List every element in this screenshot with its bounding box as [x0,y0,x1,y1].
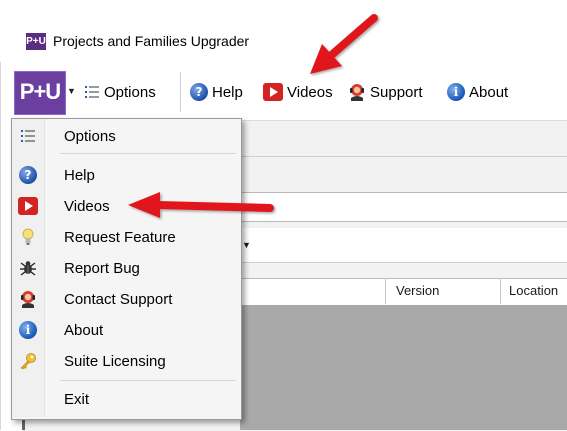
toolbar-divider [180,72,181,112]
options-label: Options [104,83,156,101]
divider [230,156,567,157]
menu-item-exit[interactable]: Exit [12,384,239,414]
support-label: Support [370,83,423,101]
column-divider[interactable] [385,278,386,304]
info-icon: i [447,83,465,101]
menu-item-label: About [64,321,104,339]
chevron-down-icon[interactable]: ▼ [67,86,76,96]
column-header-location[interactable]: Location [509,283,558,298]
menu-item-report-bug[interactable]: Report Bug [12,253,239,283]
support-button[interactable]: Support [348,82,423,102]
menu-separator [60,153,236,154]
videos-button[interactable]: Videos [263,82,333,102]
menu-item-label: Videos [64,197,110,215]
menu-item-label: Options [64,127,116,145]
column-header-version[interactable]: Version [396,283,439,298]
list-icon [20,128,36,144]
path-input[interactable] [240,192,567,222]
support-icon [19,289,37,309]
info-icon: i [19,321,37,339]
bug-icon [19,259,37,277]
about-button[interactable]: i About [447,82,508,102]
menu-item-options[interactable]: Options [12,121,239,151]
menu-item-label: Help [64,166,95,184]
annotation-arrow-icon [310,14,378,74]
column-divider[interactable] [500,278,501,304]
help-button[interactable]: ? Help [190,82,243,102]
menu-item-label: Contact Support [64,290,173,308]
window-title: Projects and Families Upgrader [53,33,250,49]
menu-item-suite-licensing[interactable]: Suite Licensing [12,346,239,376]
list-icon [84,84,100,100]
support-icon [348,82,366,102]
title-bar [0,0,567,62]
key-icon [19,352,37,370]
annotation-arrow-icon [128,192,274,218]
menu-item-request-feature[interactable]: Request Feature [12,222,239,252]
help-icon: ? [190,83,208,101]
menu-item-about[interactable]: i About [12,315,239,345]
filter-dropdown[interactable] [240,228,567,263]
menu-item-label: Report Bug [64,259,140,277]
video-icon [263,83,283,101]
videos-label: Videos [287,83,333,101]
lightbulb-icon [22,228,34,246]
about-label: About [469,83,509,101]
options-button[interactable]: Options [84,82,156,102]
menu-item-label: Suite Licensing [64,352,166,370]
app-icon: P+U [26,33,46,50]
app-menu-button[interactable]: P+U [14,71,66,115]
menu-separator [60,380,236,381]
video-icon [18,197,38,215]
grid-body [240,305,567,430]
help-icon: ? [19,166,37,184]
menu-item-label: Exit [64,390,90,408]
menu-item-label: Request Feature [64,228,176,246]
help-label: Help [212,83,243,101]
menu-item-contact-support[interactable]: Contact Support [12,284,239,314]
chevron-down-icon[interactable]: ▼ [242,240,251,250]
